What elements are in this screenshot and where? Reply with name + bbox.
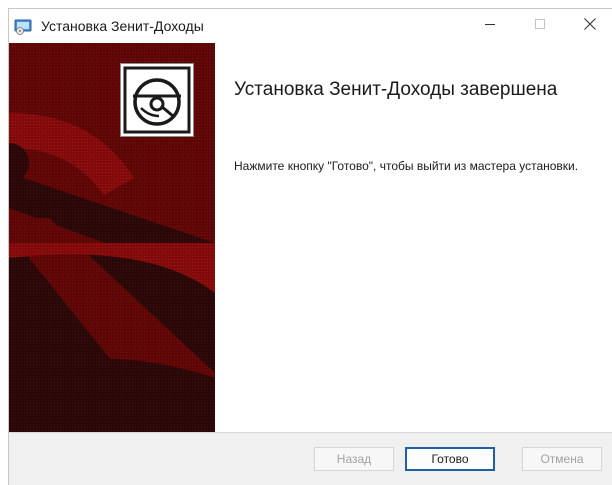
back-button[interactable]: Назад — [314, 447, 394, 471]
installer-app-icon — [14, 19, 32, 35]
content-area: Установка Зенит-Доходы завершена Нажмите… — [9, 43, 612, 432]
cancel-button[interactable]: Отмена — [522, 447, 602, 471]
window-title: Установка Зенит-Доходы — [41, 18, 204, 34]
installer-window: Установка Зенит-Доходы Установка Зенит-Д… — [8, 8, 612, 485]
minimize-button[interactable] — [467, 9, 513, 43]
title-bar[interactable]: Установка Зенит-Доходы — [9, 9, 612, 43]
finish-button[interactable]: Готово — [405, 447, 495, 471]
completion-message: Нажмите кнопку "Готово", чтобы выйти из … — [234, 159, 579, 173]
minimize-icon — [484, 17, 496, 35]
side-banner — [9, 43, 215, 432]
footer-bar: Назад Готово Отмена — [9, 433, 612, 485]
page-title: Установка Зенит-Доходы завершена — [234, 79, 558, 100]
disc-install-icon — [121, 66, 193, 140]
close-icon — [583, 17, 597, 36]
logo-box — [120, 63, 194, 137]
maximize-button — [517, 9, 563, 43]
close-button[interactable] — [567, 9, 612, 43]
maximize-icon — [534, 17, 546, 35]
